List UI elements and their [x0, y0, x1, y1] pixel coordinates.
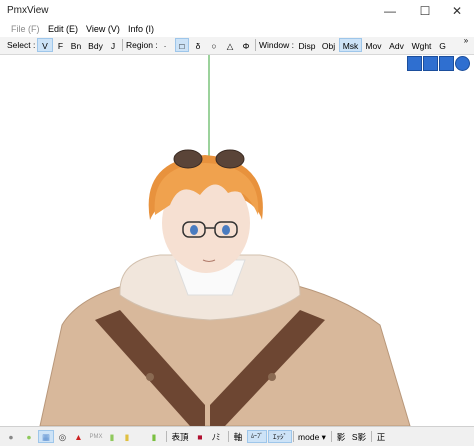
leaf-icon[interactable]: ▮: [148, 430, 160, 443]
yellow-bar-icon[interactable]: ▮: [121, 430, 133, 443]
target-icon[interactable]: ◎: [56, 430, 69, 443]
expression-top-button[interactable]: 表頂: [169, 430, 191, 443]
shadow-button[interactable]: 影: [334, 430, 348, 443]
zoom-icon[interactable]: [407, 56, 422, 71]
toolbar-separator: [122, 39, 123, 51]
status-bar: ● ● ▦ ◎ ▲ PMX ▮ ▮ ▮ 表頂 ■ ﾉﾐ 軸 ﾑｰﾌﾞ ｴｯｼﾞ …: [0, 426, 474, 446]
self-shadow-button[interactable]: S影: [350, 430, 368, 443]
pmx-icon[interactable]: PMX: [88, 430, 104, 443]
goggle-left: [173, 149, 203, 169]
status-separator: [371, 431, 372, 442]
window-g-button[interactable]: G: [436, 38, 449, 52]
region-lasso-button[interactable]: δ: [191, 38, 205, 52]
toolbar: Select : V F Bn Bdy J Region : · □ δ ○ △…: [0, 34, 474, 55]
select-label: Select :: [7, 40, 36, 50]
status-separator: [293, 431, 294, 442]
move-icon[interactable]: [423, 56, 438, 71]
title-bar: PmxView — ☐ ✕: [0, 0, 474, 22]
triangle-icon[interactable]: ▲: [72, 430, 85, 443]
toolbar-separator: [255, 39, 256, 51]
region-phi-button[interactable]: Φ: [239, 38, 253, 52]
jacket-button: [268, 373, 276, 381]
window-wght-button[interactable]: Wght: [408, 38, 435, 52]
window-obj-button[interactable]: Obj: [319, 38, 338, 52]
window-adv-button[interactable]: Adv: [386, 38, 407, 52]
maximize-button[interactable]: ☐: [408, 0, 442, 22]
toolbar-overflow-button[interactable]: »: [461, 34, 471, 48]
axis-button[interactable]: 軸: [231, 430, 245, 443]
menu-view[interactable]: View (V): [86, 24, 120, 34]
region-rect-button[interactable]: □: [175, 38, 189, 52]
window-disp-button[interactable]: Disp: [296, 38, 318, 52]
model-viewport[interactable]: [0, 55, 474, 426]
material-color-icon[interactable]: ■: [194, 430, 206, 443]
move-mode-button[interactable]: ﾑｰﾌﾞ: [247, 430, 267, 443]
region-triangle-button[interactable]: △: [223, 38, 237, 52]
select-joint-button[interactable]: J: [107, 38, 119, 52]
region-circle-button[interactable]: ○: [207, 38, 221, 52]
window-mov-button[interactable]: Mov: [363, 38, 384, 52]
eye-left: [190, 225, 198, 235]
region-label: Region :: [126, 40, 158, 50]
close-button[interactable]: ✕: [440, 0, 474, 22]
goggle-right: [215, 149, 245, 169]
menu-info[interactable]: Info (I): [128, 24, 154, 34]
green-dot-icon[interactable]: ●: [23, 430, 35, 443]
status-separator: [166, 431, 167, 442]
mode-dropdown[interactable]: mode ▾: [295, 430, 329, 443]
menu-bar: File (F) Edit (E) View (V) Info (I): [0, 22, 474, 37]
navigation-buttons: [407, 56, 471, 72]
select-vertex-button[interactable]: V: [37, 38, 53, 52]
select-bone-button[interactable]: Bn: [68, 38, 84, 52]
minimize-button[interactable]: —: [373, 0, 407, 22]
jacket-button: [146, 373, 154, 381]
menu-file[interactable]: File (F): [11, 24, 40, 34]
window-title: PmxView: [7, 5, 49, 16]
select-face-button[interactable]: F: [54, 38, 67, 52]
rotate-icon[interactable]: [455, 56, 470, 71]
status-separator: [228, 431, 229, 442]
green-bar-icon[interactable]: ▮: [106, 430, 118, 443]
window-label: Window :: [259, 40, 294, 50]
status-separator: [331, 431, 332, 442]
eye-right: [222, 225, 230, 235]
pen-icon[interactable]: [439, 56, 454, 71]
vertex-dot-icon[interactable]: ●: [5, 430, 17, 443]
model-render: [39, 55, 411, 426]
edge-button[interactable]: ｴｯｼﾞ: [268, 430, 292, 443]
menu-edit[interactable]: Edit (E): [48, 24, 78, 34]
grid-icon[interactable]: ▦: [38, 430, 54, 443]
region-point-button[interactable]: ·: [158, 38, 172, 52]
nomi-button[interactable]: ﾉﾐ: [208, 430, 224, 443]
front-view-button[interactable]: 正: [374, 430, 388, 443]
select-body-button[interactable]: Bdy: [85, 38, 106, 52]
window-msk-button[interactable]: Msk: [339, 38, 362, 52]
